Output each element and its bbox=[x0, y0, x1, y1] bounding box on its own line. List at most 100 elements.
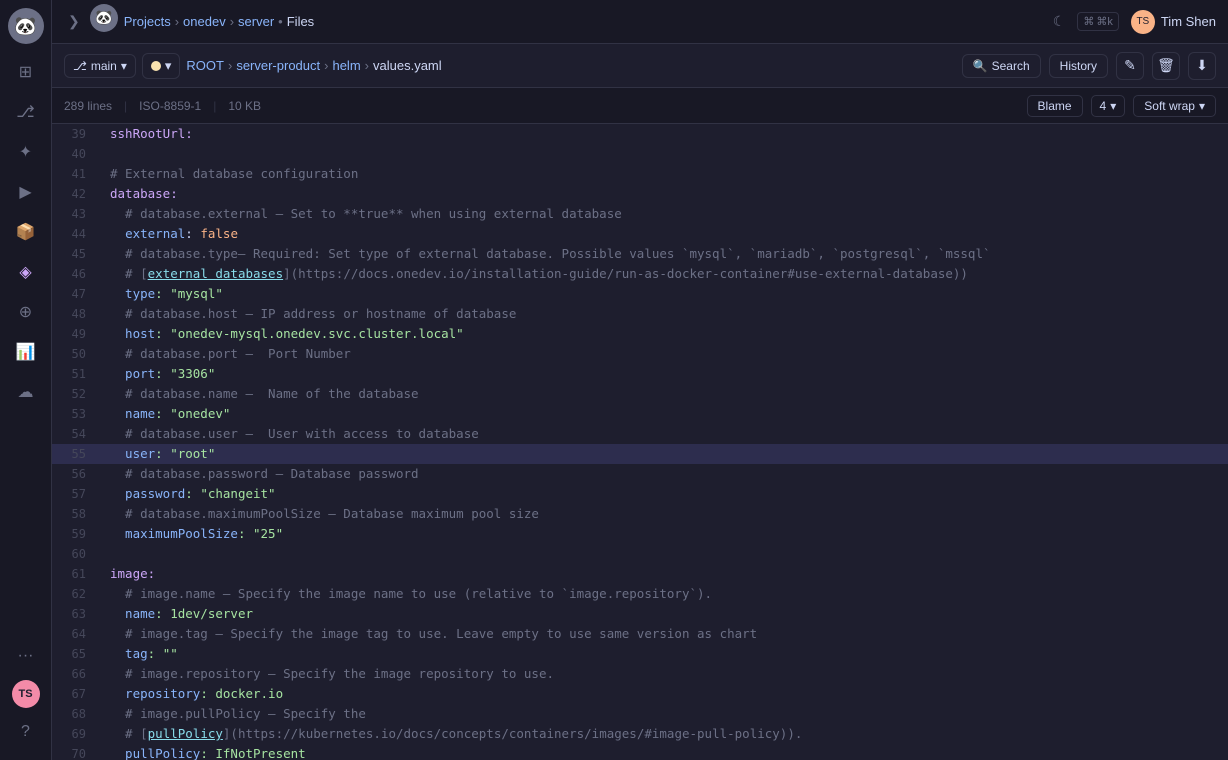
user-avatar-sidebar[interactable]: TS bbox=[12, 680, 40, 708]
breadcrumb-server[interactable]: server bbox=[238, 14, 274, 29]
line-number: 42 bbox=[52, 184, 102, 204]
line-number: 70 bbox=[52, 744, 102, 760]
sidebar-item-code[interactable]: ◈ bbox=[8, 254, 44, 290]
file-path-sep2: › bbox=[324, 58, 328, 73]
code-line: 47 type: "mysql" bbox=[52, 284, 1228, 304]
file-path-sep3: › bbox=[365, 58, 369, 73]
file-size: 10 KB bbox=[228, 99, 261, 113]
line-number: 46 bbox=[52, 264, 102, 284]
collapse-sidebar-button[interactable]: ❯ bbox=[64, 9, 84, 34]
topbar-logo: 🐼 bbox=[90, 4, 118, 32]
commit-dot-selector[interactable]: ▾ bbox=[142, 53, 181, 79]
code-line: 52 # database.name — Name of the databas… bbox=[52, 384, 1228, 404]
line-content: database: bbox=[102, 184, 1228, 204]
code-line: 50 # database.port — Port Number bbox=[52, 344, 1228, 364]
user-menu[interactable]: TS Tim Shen bbox=[1131, 10, 1216, 34]
breadcrumb-onedev[interactable]: onedev bbox=[183, 14, 226, 29]
line-number: 52 bbox=[52, 384, 102, 404]
sidebar-item-panel[interactable]: ⊞ bbox=[8, 54, 44, 90]
code-line: 65 tag: "" bbox=[52, 644, 1228, 664]
sidebar-item-stars[interactable]: ✦ bbox=[8, 134, 44, 170]
breadcrumb-projects[interactable]: Projects bbox=[124, 14, 171, 29]
file-lines: 289 lines bbox=[64, 99, 112, 113]
topbar-actions: ☾ ⌘ ⌘k TS Tim Shen bbox=[1053, 10, 1216, 34]
shortcut-cmd: ⌘ bbox=[1083, 15, 1094, 28]
line-number: 39 bbox=[52, 124, 102, 144]
sidebar-item-merge[interactable]: ⊕ bbox=[8, 294, 44, 330]
code-line: 60 bbox=[52, 544, 1228, 564]
line-number: 60 bbox=[52, 544, 102, 564]
app-logo[interactable]: 🐼 bbox=[8, 8, 44, 44]
code-area[interactable]: 39sshRootUrl:4041# External database con… bbox=[52, 124, 1228, 760]
download-button[interactable]: ⬇ bbox=[1188, 52, 1216, 80]
code-line: 59 maximumPoolSize: "25" bbox=[52, 524, 1228, 544]
sidebar-item-deploy[interactable]: ☁ bbox=[8, 374, 44, 410]
line-number: 41 bbox=[52, 164, 102, 184]
line-content: external: false bbox=[102, 224, 1228, 244]
line-number: 59 bbox=[52, 524, 102, 544]
file-path-root[interactable]: ROOT bbox=[186, 58, 224, 73]
sidebar-item-branches[interactable]: ⎇ bbox=[8, 94, 44, 130]
search-icon: 🔍 bbox=[973, 59, 988, 73]
file-encoding: ISO-8859-1 bbox=[139, 99, 201, 113]
sidebar-item-charts[interactable]: 📊 bbox=[8, 334, 44, 370]
topbar: ❯ 🐼 Projects › onedev › server • Files ☾… bbox=[52, 0, 1228, 44]
user-name: Tim Shen bbox=[1161, 14, 1216, 29]
line-number: 43 bbox=[52, 204, 102, 224]
edit-button[interactable]: ✎ bbox=[1116, 52, 1144, 80]
search-label: Search bbox=[992, 59, 1030, 73]
line-number: 66 bbox=[52, 664, 102, 684]
commit-chevron: ▾ bbox=[165, 58, 172, 74]
line-number: 50 bbox=[52, 344, 102, 364]
line-number: 62 bbox=[52, 584, 102, 604]
line-number: 63 bbox=[52, 604, 102, 624]
tab-size-selector[interactable]: 4 ▾ bbox=[1091, 95, 1126, 117]
user-avatar-topbar: TS bbox=[1131, 10, 1155, 34]
code-line: 48 # database.host — IP address or hostn… bbox=[52, 304, 1228, 324]
line-content: # image.pullPolicy — Specify the bbox=[102, 704, 1228, 724]
sidebar-item-packages[interactable]: 📦 bbox=[8, 214, 44, 250]
line-number: 51 bbox=[52, 364, 102, 384]
softwrap-chevron: ▾ bbox=[1199, 99, 1205, 113]
line-number: 61 bbox=[52, 564, 102, 584]
blame-button[interactable]: Blame bbox=[1027, 95, 1083, 117]
line-number: 40 bbox=[52, 144, 102, 164]
line-content: sshRootUrl: bbox=[102, 124, 1228, 144]
file-path-helm[interactable]: helm bbox=[332, 58, 360, 73]
code-line: 63 name: 1dev/server bbox=[52, 604, 1228, 624]
line-content: # database.external — Set to **true** wh… bbox=[102, 204, 1228, 224]
line-content: pullPolicy: IfNotPresent bbox=[102, 744, 1228, 760]
line-content: # database.password — Database password bbox=[102, 464, 1228, 484]
theme-toggle-button[interactable]: ☾ bbox=[1053, 13, 1066, 30]
sidebar-item-run[interactable]: ▶ bbox=[8, 174, 44, 210]
line-content: name: "onedev" bbox=[102, 404, 1228, 424]
code-line: 46 # [external databases](https://docs.o… bbox=[52, 264, 1228, 284]
softwrap-button[interactable]: Soft wrap ▾ bbox=[1133, 95, 1216, 117]
code-line: 69 # [pullPolicy](https://kubernetes.io/… bbox=[52, 724, 1228, 744]
line-number: 65 bbox=[52, 644, 102, 664]
line-content: user: "root" bbox=[102, 444, 1228, 464]
line-content: # image.tag — Specify the image tag to u… bbox=[102, 624, 1228, 644]
branch-icon: ⎇ bbox=[73, 59, 87, 73]
file-path-server-product[interactable]: server-product bbox=[236, 58, 320, 73]
line-number: 53 bbox=[52, 404, 102, 424]
line-content: # [pullPolicy](https://kubernetes.io/doc… bbox=[102, 724, 1228, 744]
line-content: type: "mysql" bbox=[102, 284, 1228, 304]
file-path: ROOT › server-product › helm › values.ya… bbox=[186, 58, 441, 73]
delete-button[interactable]: 🗑 bbox=[1152, 52, 1180, 80]
code-line: 40 bbox=[52, 144, 1228, 164]
line-number: 58 bbox=[52, 504, 102, 524]
search-button[interactable]: 🔍 Search bbox=[962, 54, 1041, 78]
code-line: 44 external: false bbox=[52, 224, 1228, 244]
sidebar-item-help[interactable]: ? bbox=[8, 714, 44, 750]
commit-dot bbox=[151, 61, 161, 71]
branch-selector[interactable]: ⎇ main ▾ bbox=[64, 54, 136, 78]
code-line: 41# External database configuration bbox=[52, 164, 1228, 184]
code-line: 68 # image.pullPolicy — Specify the bbox=[52, 704, 1228, 724]
code-line: 66 # image.repository — Specify the imag… bbox=[52, 664, 1228, 684]
line-content: # database.host — IP address or hostname… bbox=[102, 304, 1228, 324]
history-button[interactable]: History bbox=[1049, 54, 1108, 78]
sidebar-item-more[interactable]: ··· bbox=[8, 638, 44, 674]
line-content: # database.port — Port Number bbox=[102, 344, 1228, 364]
line-number: 64 bbox=[52, 624, 102, 644]
